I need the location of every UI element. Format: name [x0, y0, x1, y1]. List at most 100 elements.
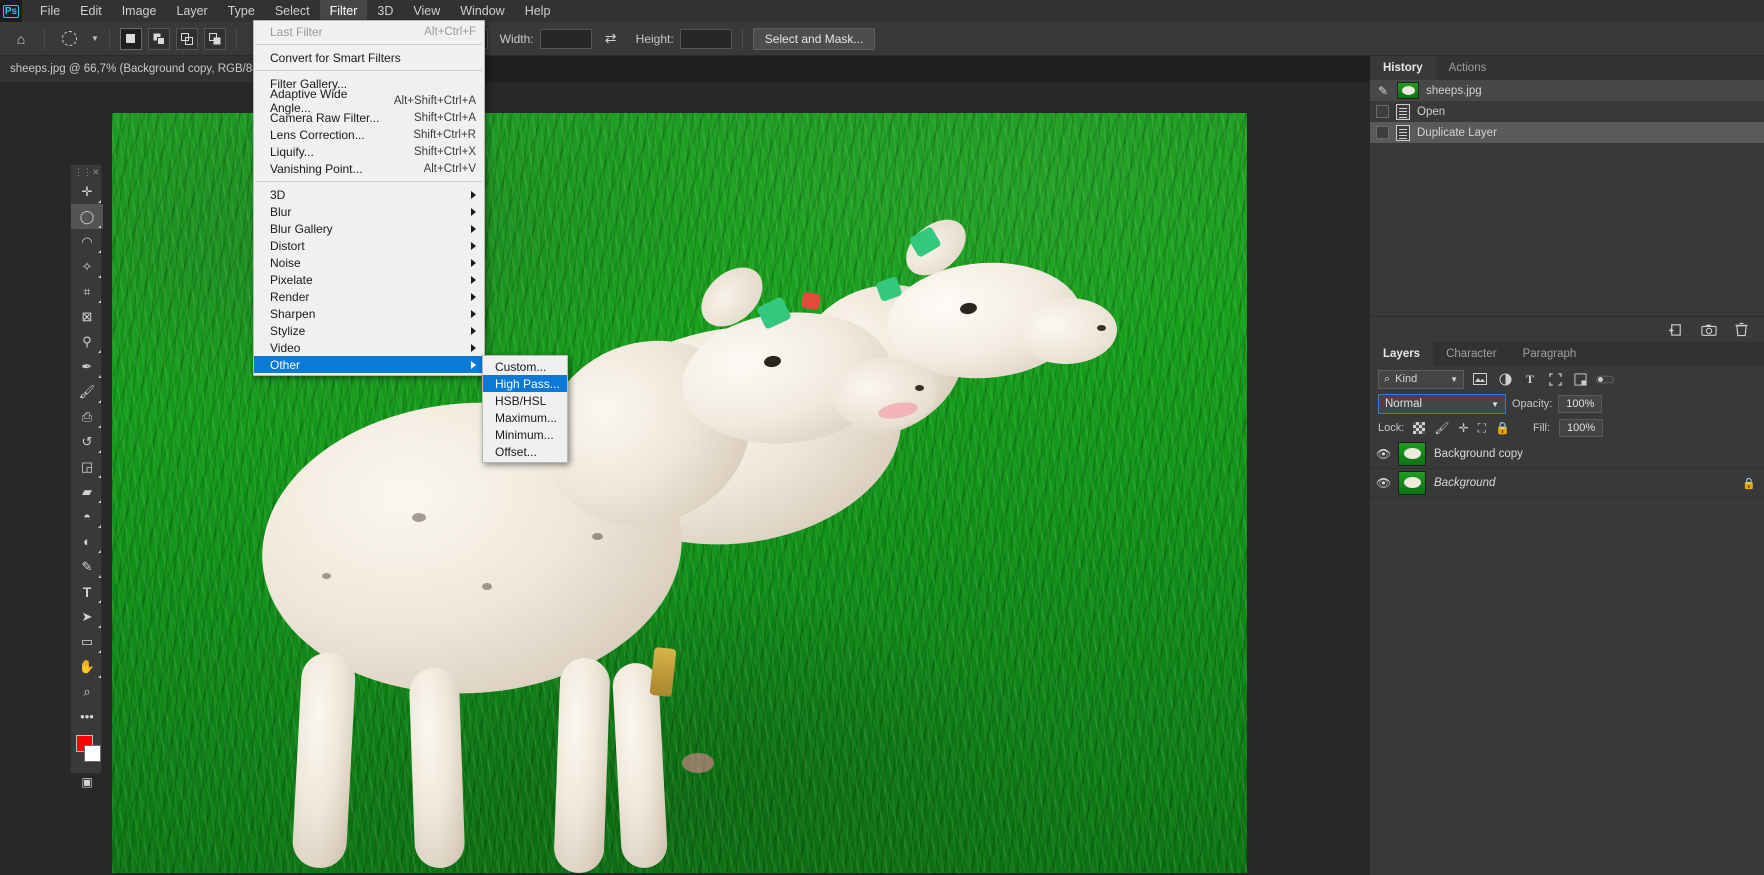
- menu-select[interactable]: Select: [265, 0, 320, 22]
- menu-image[interactable]: Image: [112, 0, 167, 22]
- menu-help[interactable]: Help: [515, 0, 561, 22]
- filter-toggle-icon[interactable]: [1596, 370, 1614, 388]
- horizontal-type-tool[interactable]: T: [71, 579, 103, 604]
- add-to-selection-button[interactable]: [147, 27, 170, 50]
- spot-healing-brush-tool[interactable]: ✒: [71, 354, 103, 379]
- menu-item-camera-raw-filter[interactable]: Camera Raw Filter... Shift+Ctrl+A: [254, 109, 484, 126]
- layer-row[interactable]: 👁 Background copy: [1370, 440, 1764, 469]
- type-layer-filter-icon[interactable]: T: [1521, 370, 1539, 388]
- dodge-tool[interactable]: ◐: [71, 529, 103, 554]
- shape-layer-filter-icon[interactable]: [1546, 370, 1564, 388]
- menu-item-video[interactable]: Video: [254, 339, 484, 356]
- menu-item-noise[interactable]: Noise: [254, 254, 484, 271]
- brush-tool[interactable]: 🖌: [71, 379, 103, 404]
- menu-item-pixelate[interactable]: Pixelate: [254, 271, 484, 288]
- eraser-tool[interactable]: ◲: [71, 454, 103, 479]
- menu-item-liquify[interactable]: Liquify... Shift+Ctrl+X: [254, 143, 484, 160]
- menu-edit[interactable]: Edit: [70, 0, 112, 22]
- select-and-mask-button[interactable]: Select and Mask...: [752, 27, 876, 50]
- canvas-area[interactable]: [0, 82, 1370, 875]
- quick-mask-icon[interactable]: ▣: [71, 771, 103, 793]
- menu-item-sharpen[interactable]: Sharpen: [254, 305, 484, 322]
- delete-icon[interactable]: [1735, 322, 1748, 337]
- lock-all-icon[interactable]: 🔒: [1495, 421, 1510, 435]
- path-selection-tool[interactable]: ➤: [71, 604, 103, 629]
- menu-item-3d[interactable]: 3D: [254, 186, 484, 203]
- menu-type[interactable]: Type: [218, 0, 265, 22]
- opacity-value[interactable]: 100%: [1558, 395, 1603, 413]
- menu-item-lens-correction[interactable]: Lens Correction... Shift+Ctrl+R: [254, 126, 484, 143]
- layer-kind-filter[interactable]: ⌕ Kind ▼: [1378, 369, 1464, 389]
- menu-item-distort[interactable]: Distort: [254, 237, 484, 254]
- height-input[interactable]: [679, 28, 732, 49]
- clone-stamp-tool[interactable]: ⎙: [71, 404, 103, 429]
- lock-transparent-pixels-icon[interactable]: [1413, 422, 1426, 434]
- layer-thumbnail[interactable]: [1398, 471, 1426, 495]
- menu-3d[interactable]: 3D: [367, 0, 403, 22]
- lock-artboard-nesting-icon[interactable]: ⛶: [1478, 421, 1486, 436]
- layer-thumbnail[interactable]: [1398, 442, 1426, 466]
- layer-visibility-icon[interactable]: 👁: [1376, 476, 1391, 490]
- tab-actions[interactable]: Actions: [1435, 56, 1500, 80]
- fill-value[interactable]: 100%: [1559, 419, 1604, 437]
- menu-item-other[interactable]: Other: [254, 356, 484, 373]
- history-brush-checkbox[interactable]: [1376, 126, 1389, 139]
- menu-item-blur-gallery[interactable]: Blur Gallery: [254, 220, 484, 237]
- tab-character[interactable]: Character: [1433, 342, 1510, 366]
- move-tool[interactable]: ✛: [71, 179, 103, 204]
- crop-tool[interactable]: ⌗: [71, 279, 103, 304]
- intersect-with-selection-button[interactable]: [203, 27, 226, 50]
- menu-layer[interactable]: Layer: [166, 0, 217, 22]
- menu-item-adaptive-wide-angle[interactable]: Adaptive Wide Angle... Alt+Shift+Ctrl+A: [254, 87, 484, 115]
- submenu-item-minimum[interactable]: Minimum...: [483, 426, 567, 443]
- width-input[interactable]: [539, 28, 592, 49]
- blend-mode-select[interactable]: Normal ▼: [1378, 394, 1506, 414]
- lock-position-icon[interactable]: ✛: [1459, 421, 1469, 435]
- tab-paragraph[interactable]: Paragraph: [1509, 342, 1590, 366]
- menu-item-blur[interactable]: Blur: [254, 203, 484, 220]
- tools-panel-grip[interactable]: ⋮⋮ ✕: [71, 165, 101, 179]
- menu-filter[interactable]: Filter: [319, 0, 368, 22]
- hand-tool[interactable]: ✋: [71, 654, 103, 679]
- frame-tool[interactable]: ⊠: [71, 304, 103, 329]
- eyedropper-tool[interactable]: ⚲: [71, 329, 103, 354]
- zoom-tool[interactable]: ⌕: [71, 679, 103, 704]
- adjustment-layer-filter-icon[interactable]: [1496, 370, 1514, 388]
- subtract-from-selection-button[interactable]: [175, 27, 198, 50]
- background-color-swatch[interactable]: [84, 745, 101, 762]
- history-snapshot-row[interactable]: ✎ sheeps.jpg: [1370, 80, 1764, 101]
- smart-object-filter-icon[interactable]: [1571, 370, 1589, 388]
- other-submenu[interactable]: Custom... High Pass... HSB/HSL Maximum..…: [482, 355, 568, 463]
- new-document-from-state-icon[interactable]: [1668, 322, 1683, 337]
- menu-item-stylize[interactable]: Stylize: [254, 322, 484, 339]
- lasso-tool[interactable]: ◠: [71, 229, 103, 254]
- new-selection-button[interactable]: [119, 27, 142, 50]
- menu-file[interactable]: File: [30, 0, 70, 22]
- chevron-down-icon[interactable]: ▼: [1491, 400, 1499, 409]
- chevron-down-icon[interactable]: ▼: [91, 34, 99, 43]
- lock-image-pixels-icon[interactable]: 🖌: [1434, 421, 1449, 435]
- edit-toolbar-button[interactable]: •••: [71, 704, 103, 729]
- tab-layers[interactable]: Layers: [1370, 342, 1434, 366]
- menu-item-last-filter[interactable]: Last Filter Alt+Ctrl+F: [254, 23, 484, 40]
- chevron-down-icon[interactable]: ▼: [1450, 375, 1458, 384]
- menu-view[interactable]: View: [403, 0, 450, 22]
- menu-item-vanishing-point[interactable]: Vanishing Point... Alt+Ctrl+V: [254, 160, 484, 177]
- elliptical-marquee-icon[interactable]: [55, 28, 83, 50]
- submenu-item-offset[interactable]: Offset...: [483, 443, 567, 460]
- tab-history[interactable]: History: [1370, 56, 1436, 80]
- pen-tool[interactable]: ✎: [71, 554, 103, 579]
- color-swatches[interactable]: [71, 733, 103, 767]
- home-icon[interactable]: ⌂: [8, 27, 34, 51]
- history-brush-tool[interactable]: ↺: [71, 429, 103, 454]
- submenu-item-high-pass[interactable]: High Pass...: [483, 375, 567, 392]
- history-brush-source-icon[interactable]: ✎: [1376, 84, 1390, 98]
- gradient-tool[interactable]: ▰: [71, 479, 103, 504]
- layer-row[interactable]: 👁 Background 🔒: [1370, 469, 1764, 498]
- blur-tool[interactable]: ◓: [71, 504, 103, 529]
- history-state-row[interactable]: Open: [1370, 101, 1764, 122]
- submenu-item-maximum[interactable]: Maximum...: [483, 409, 567, 426]
- submenu-item-custom[interactable]: Custom...: [483, 358, 567, 375]
- history-brush-checkbox[interactable]: [1376, 105, 1389, 118]
- rectangle-tool[interactable]: ▭: [71, 629, 103, 654]
